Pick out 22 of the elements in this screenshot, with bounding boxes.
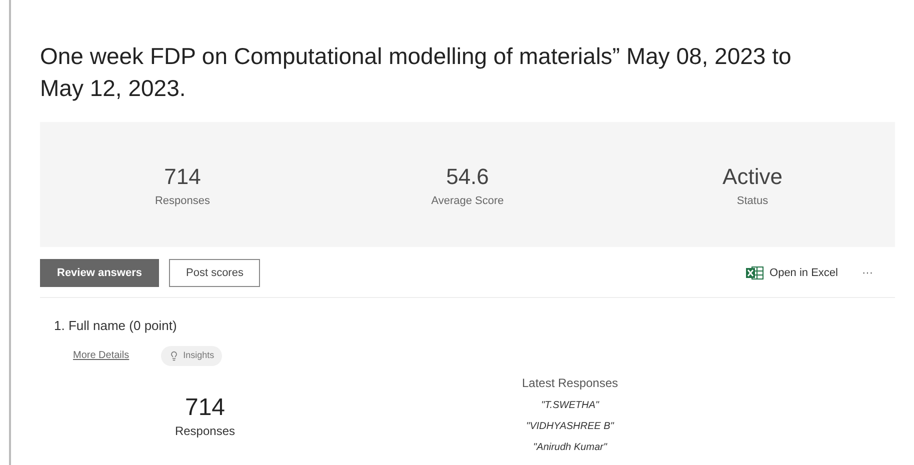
response-count: 714 — [184, 394, 226, 422]
latest-response: "T.SWETHA" — [541, 398, 599, 412]
open-in-excel-button[interactable]: Open in Excel — [746, 264, 838, 282]
stat-label: Responses — [154, 194, 210, 209]
more-menu[interactable]: ··· — [862, 264, 873, 282]
stat-label: Average Score — [431, 194, 504, 209]
view-tab[interactable]: Post scores — [169, 259, 260, 287]
latest-response: "Anirudh Kumar" — [533, 440, 607, 454]
page-title: One week FDP on Computational modelling of materials” May 08, 2023 to May 12, 2023. — [40, 42, 792, 103]
question-title: 1. Full name (0 point) — [54, 317, 178, 335]
stat-value: 54.6 — [446, 162, 489, 191]
insights-button[interactable]: Insights — [161, 346, 222, 366]
stat-label: Status — [736, 194, 768, 209]
stat-value: Active — [722, 162, 782, 191]
view-tab[interactable]: Review answers — [40, 259, 159, 287]
latest-responses-heading: Latest Responses — [522, 374, 618, 392]
more-details-link[interactable]: More Details — [73, 348, 130, 363]
spreadsheet-icon — [746, 266, 764, 280]
latest-response: "VIDHYASHREE B" — [526, 420, 614, 434]
response-count-label: Responses — [174, 422, 236, 440]
stat-value: 714 — [164, 162, 201, 191]
lightbulb-icon — [169, 350, 180, 360]
